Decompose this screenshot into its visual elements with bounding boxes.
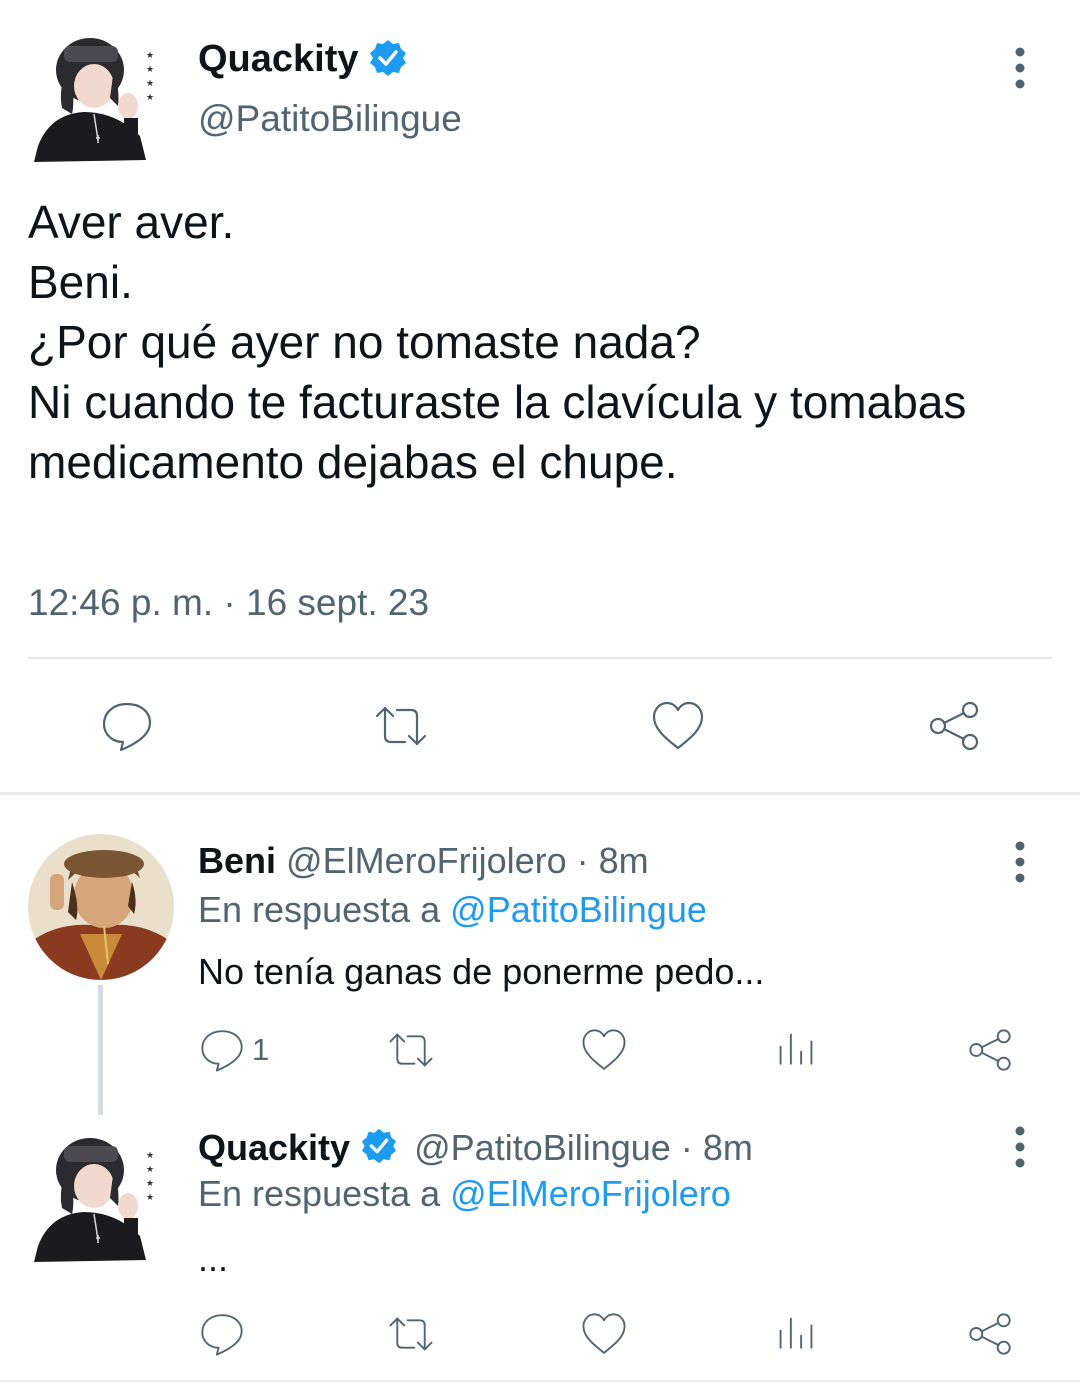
svg-text:★: ★ <box>146 93 154 103</box>
thread-connector <box>98 985 103 1115</box>
tweet-text-line: Aver aver. <box>28 196 235 248</box>
avatar[interactable] <box>28 834 174 980</box>
reply-header: Quackity @PatitoBilingue · 8m <box>198 1127 753 1169</box>
svg-text:★: ★ <box>146 1193 154 1203</box>
more-options-icon[interactable] <box>1010 1125 1030 1169</box>
divider <box>0 792 1080 795</box>
author-name[interactable]: Quackity <box>198 1127 350 1168</box>
divider <box>0 1380 1080 1382</box>
analytics-icon[interactable] <box>772 1310 820 1358</box>
avatar[interactable]: ★ ★ ★ ★ <box>28 28 158 168</box>
like-icon[interactable] <box>650 698 706 754</box>
tweet-text-line: Beni. <box>28 256 133 308</box>
reply-count: 1 <box>252 1032 270 1067</box>
reply-prefix: En respuesta a <box>198 1173 441 1214</box>
reply-icon[interactable] <box>198 1310 246 1358</box>
share-icon[interactable] <box>966 1026 1014 1074</box>
reply-time: · 8m <box>576 840 649 881</box>
reply-context: En respuesta a @PatitoBilingue <box>198 889 707 931</box>
tweet-timestamp[interactable]: 12:46 p. m. · 16 sept. 23 <box>28 582 429 624</box>
reply-time: · 8m <box>680 1127 753 1168</box>
verified-badge-icon <box>368 38 408 78</box>
reply-text: No tenía ganas de ponerme pedo... <box>198 951 765 992</box>
tweet-text-line: ¿Por qué ayer no tomaste nada? <box>28 316 701 368</box>
mention-link[interactable]: @ElMeroFrijolero <box>450 1173 731 1214</box>
tweet-text: Aver aver. Beni. ¿Por qué ayer no tomast… <box>28 192 1073 492</box>
reply-context: En respuesta a @ElMeroFrijolero <box>198 1173 731 1215</box>
svg-text:★: ★ <box>146 1151 154 1161</box>
mention-link[interactable]: @PatitoBilingue <box>450 889 707 930</box>
reply-icon[interactable] <box>198 1026 246 1074</box>
retweet-icon[interactable] <box>387 1026 435 1074</box>
divider <box>28 657 1052 659</box>
author-name[interactable]: Beni <box>198 840 276 881</box>
reply-prefix: En respuesta a <box>198 889 441 930</box>
more-options-icon[interactable] <box>1010 46 1030 90</box>
author-name[interactable]: Quackity <box>198 38 359 81</box>
reply-icon[interactable] <box>99 698 155 754</box>
like-icon[interactable] <box>580 1310 628 1358</box>
svg-text:★: ★ <box>146 1165 154 1175</box>
author-handle[interactable]: @PatitoBilingue <box>198 98 462 140</box>
svg-text:★: ★ <box>146 51 154 61</box>
avatar[interactable]: ★ ★ ★ ★ <box>28 1128 158 1268</box>
author-handle[interactable]: @ElMeroFrijolero <box>286 840 567 881</box>
reply-text: ... <box>198 1238 229 1279</box>
retweet-icon[interactable] <box>387 1310 435 1358</box>
retweet-icon[interactable] <box>373 698 429 754</box>
svg-text:★: ★ <box>146 79 154 89</box>
like-icon[interactable] <box>580 1026 628 1074</box>
share-icon[interactable] <box>926 698 982 754</box>
author-handle[interactable]: @PatitoBilingue <box>414 1127 671 1168</box>
svg-text:★: ★ <box>146 1179 154 1189</box>
verified-badge-icon <box>360 1127 404 1164</box>
tweet-text-line: Ni cuando te facturaste la clavícula y t… <box>28 376 967 428</box>
reply-header: Beni @ElMeroFrijolero · 8m <box>198 840 649 882</box>
tweet-text-line: medicamento dejabas el chupe. <box>28 436 678 488</box>
more-options-icon[interactable] <box>1010 840 1030 884</box>
analytics-icon[interactable] <box>772 1026 820 1074</box>
share-icon[interactable] <box>966 1310 1014 1358</box>
svg-text:★: ★ <box>146 65 154 75</box>
